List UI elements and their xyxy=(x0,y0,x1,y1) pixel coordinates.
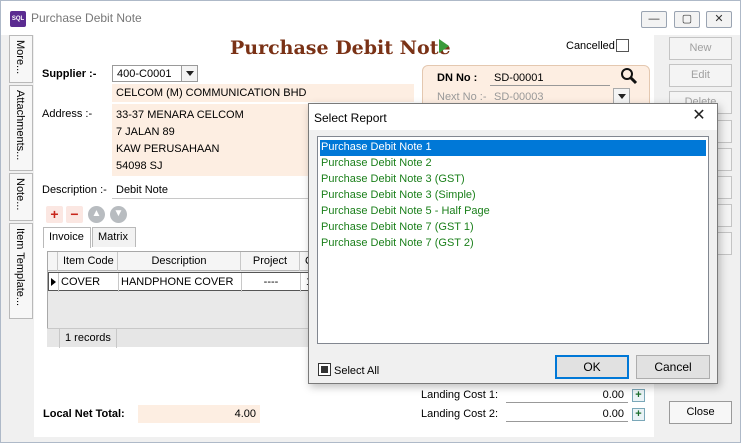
side-tabs: More... Attachments... Note... Item Temp… xyxy=(9,35,33,437)
row-indicator-header xyxy=(48,252,58,271)
title-bar: SQL Purchase Debit Note — ▢ ✕ xyxy=(1,1,740,35)
list-item[interactable]: Purchase Debit Note 2 xyxy=(320,156,706,172)
supplier-code-combo[interactable]: 400-C0001 xyxy=(112,65,198,82)
local-net-total-value: 4.00 xyxy=(234,408,256,420)
add-row-button[interactable]: + xyxy=(46,206,63,223)
description-label: Description :- xyxy=(42,184,107,196)
list-item[interactable]: Purchase Debit Note 5 - Half Page xyxy=(320,204,706,220)
column-header-description[interactable]: Description xyxy=(118,252,241,271)
supplier-name: CELCOM (M) COMMUNICATION BHD xyxy=(116,87,307,99)
landing-cost-2-underline xyxy=(506,421,628,422)
landing-cost-1-add-button[interactable]: + xyxy=(632,389,645,402)
supplier-dropdown-button[interactable] xyxy=(181,66,197,81)
move-up-button[interactable]: ▲ xyxy=(88,206,105,223)
record-count: 1 records xyxy=(59,329,117,348)
cell-description[interactable]: HANDPHONE COVER xyxy=(119,273,242,292)
next-number-label: Next No :- xyxy=(437,91,487,103)
new-button[interactable]: New xyxy=(669,37,732,60)
landing-cost-2-label: Landing Cost 2: xyxy=(421,408,499,420)
search-icon[interactable] xyxy=(620,67,638,85)
page-title: Purchase Debit Note xyxy=(230,37,451,59)
next-number-dropdown-button[interactable] xyxy=(613,88,630,104)
side-tab-note[interactable]: Note... xyxy=(9,173,33,221)
cancelled-checkbox[interactable] xyxy=(616,39,629,52)
local-net-total-label: Local Net Total: xyxy=(43,408,125,420)
side-tab-more[interactable]: More... xyxy=(9,35,33,83)
landing-cost-1-underline xyxy=(506,402,628,403)
select-report-dialog: Select Report ✕ Purchase Debit Note 1 Pu… xyxy=(308,103,718,384)
tab-invoice[interactable]: Invoice xyxy=(43,227,91,248)
address-line-3: KAW PERUSAHAAN xyxy=(116,143,220,155)
close-window-button[interactable]: ✕ xyxy=(706,11,732,28)
address-line-4: 54098 SJ xyxy=(116,160,163,172)
row-pointer-icon xyxy=(49,273,59,292)
dn-number-underline xyxy=(490,85,610,86)
close-button[interactable]: Close xyxy=(669,401,732,424)
list-item[interactable]: Purchase Debit Note 3 (Simple) xyxy=(320,188,706,204)
tab-matrix[interactable]: Matrix xyxy=(92,227,136,247)
grid-header: Item Code Description Project Q xyxy=(48,252,346,271)
dialog-title: Select Report xyxy=(314,111,387,125)
table-row[interactable]: COVER HANDPHONE COVER ---- 1 xyxy=(48,272,346,292)
cancelled-label: Cancelled xyxy=(566,40,615,52)
app-icon: SQL xyxy=(10,11,26,27)
landing-cost-1-label: Landing Cost 1: xyxy=(421,389,499,401)
report-list[interactable]: Purchase Debit Note 1 Purchase Debit Not… xyxy=(317,136,709,344)
supplier-label: Supplier :- xyxy=(42,68,97,80)
column-header-item-code[interactable]: Item Code xyxy=(58,252,118,271)
maximize-button[interactable]: ▢ xyxy=(674,11,700,28)
chevron-down-icon xyxy=(618,94,626,99)
address-label: Address :- xyxy=(42,108,93,120)
list-item[interactable]: Purchase Debit Note 3 (GST) xyxy=(320,172,706,188)
side-tab-attachments[interactable]: Attachments... xyxy=(9,85,33,171)
address-line-1: 33-37 MENARA CELCOM xyxy=(116,109,244,121)
select-all-label: Select All xyxy=(334,365,380,377)
side-tab-label: Note... xyxy=(14,178,26,211)
dn-number-label: DN No : xyxy=(437,72,478,84)
move-down-button[interactable]: ▼ xyxy=(110,206,127,223)
side-tab-label: More... xyxy=(14,40,26,75)
landing-cost-2-value[interactable]: 0.00 xyxy=(506,408,624,420)
next-number-value: SD-00003 xyxy=(494,91,544,103)
minimize-button[interactable]: — xyxy=(641,11,667,28)
list-item[interactable]: Purchase Debit Note 1 xyxy=(320,140,706,156)
chevron-down-icon xyxy=(186,71,194,76)
remove-row-button[interactable]: − xyxy=(66,206,83,223)
ok-button[interactable]: OK xyxy=(555,355,629,379)
side-tab-item-template[interactable]: Item Template... xyxy=(9,223,33,319)
side-tab-label: Item Template... xyxy=(14,228,26,307)
window-title: Purchase Debit Note xyxy=(31,11,142,25)
column-header-project[interactable]: Project xyxy=(241,252,300,271)
select-all-checkbox[interactable] xyxy=(318,363,331,376)
grid-footer: 1 records 1 xyxy=(47,328,347,348)
dn-number-input[interactable]: SD-00001 xyxy=(494,72,544,84)
list-item[interactable]: Purchase Debit Note 7 (GST 1) xyxy=(320,220,706,236)
list-item[interactable]: Purchase Debit Note 7 (GST 2) xyxy=(320,236,706,252)
description-input[interactable]: Debit Note xyxy=(116,184,168,196)
cell-project[interactable]: ---- xyxy=(242,273,301,292)
supplier-code: 400-C0001 xyxy=(117,68,172,80)
edit-button[interactable]: Edit xyxy=(669,64,732,87)
address-line-2: 7 JALAN 89 xyxy=(116,126,175,138)
close-icon[interactable]: ✕ xyxy=(690,107,708,125)
side-tab-label: Attachments... xyxy=(14,90,26,161)
landing-cost-1-value[interactable]: 0.00 xyxy=(506,389,624,401)
dialog-title-bar: Select Report ✕ xyxy=(309,104,717,130)
landing-cost-2-add-button[interactable]: + xyxy=(632,408,645,421)
arrow-icon xyxy=(439,39,449,53)
cancel-button[interactable]: Cancel xyxy=(636,355,710,379)
cell-item-code[interactable]: COVER xyxy=(59,273,119,292)
